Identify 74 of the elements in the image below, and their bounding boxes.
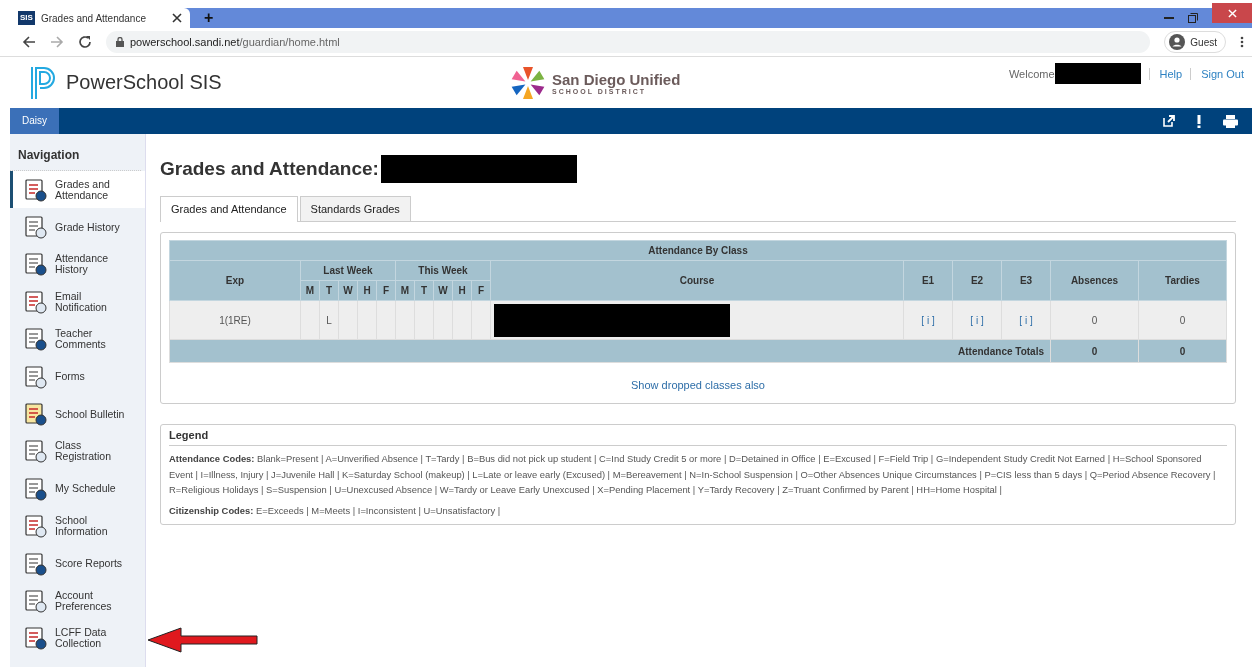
close-icon (1227, 8, 1237, 18)
dropped-classes-link[interactable]: Show dropped classes also (631, 379, 765, 391)
help-link[interactable]: Help (1148, 67, 1183, 80)
address-bar[interactable]: powerschool.sandi.net/guardian/home.html (106, 31, 1151, 53)
reload-icon[interactable] (78, 35, 92, 49)
table-cell: 0 (1050, 300, 1139, 340)
sign-out-link[interactable]: Sign Out (1190, 67, 1244, 80)
tab-title: Grades and Attendance (40, 12, 147, 24)
table-cell: 0 (1138, 300, 1227, 340)
favicon: SIS (18, 11, 35, 25)
page-icon (23, 626, 47, 651)
page-icon (23, 476, 47, 501)
nav-item[interactable]: School Bulletin (10, 395, 145, 433)
browser-tab[interactable]: SIS Grades and Attendance (10, 8, 190, 28)
nav-item[interactable]: Forms (10, 357, 145, 396)
nav-item[interactable]: School Information (10, 507, 145, 545)
welcome-text: Welcome (1008, 67, 1055, 80)
legend-text: Attendance Codes: Blank=Present | A=Unverified Absence | T=Tardy | B=Bus did not pick up student | C=Ind Study Credit 5 or more | D=Detained in Office | E=Excused | F=Field Trip | G=Independent Study Credit Not Earned | H=School Sponsored Event | I=Illness, Injury | J=Juvenile Hall | K=Saturday School (makeup) | L=Late or leave early (Excused) | M=Bereavement | N=In-School Suspension | O=Other Absences Unique Circumstances | P=CIS less than 5 days | Q=Period Absence Recovery | R=Religious Holidays | S=Suspension | U=Unexcused Absence | W=Tardy or Leave Early Unexcused | X=Pending Placement | Y=Tardy Recovery | Z=Truant Confirmed by Parent | HH=Home Hospital | (169, 452, 1217, 497)
close-icon[interactable] (172, 13, 182, 23)
new-tab-button[interactable]: + (204, 9, 214, 27)
tab[interactable]: Standards Grades (299, 196, 411, 221)
product-name: PowerSchool SIS (66, 71, 222, 94)
nav-item[interactable]: Teacher Comments (10, 320, 145, 358)
page-icon (23, 252, 47, 277)
page-icon (23, 514, 47, 539)
external-link-icon[interactable] (1163, 115, 1175, 127)
column-header: Exp (169, 260, 301, 301)
legend-title: Legend (169, 429, 1227, 446)
menu-icon[interactable] (1240, 36, 1244, 48)
info-link[interactable]: [ i ] (1019, 314, 1033, 326)
lock-icon (116, 37, 124, 47)
nav-item[interactable]: LCFF Data Collection (10, 619, 145, 658)
column-header: E3 (1001, 260, 1051, 301)
alert-icon[interactable] (1197, 114, 1201, 128)
restore-icon[interactable] (1188, 13, 1198, 23)
page-icon (23, 402, 47, 427)
page-icon (23, 439, 47, 464)
logo-icon (30, 65, 58, 100)
close-window-button[interactable] (1212, 3, 1252, 23)
page-icon (23, 289, 47, 314)
page-icon (23, 551, 47, 576)
tab[interactable]: Grades and Attendance (160, 196, 298, 222)
printer-icon[interactable] (1223, 114, 1238, 128)
page-title: Grades and Attendance: (160, 158, 379, 180)
star-logo-icon (510, 64, 546, 101)
nav-item[interactable]: My Schedule (10, 470, 145, 508)
page-icon (23, 364, 47, 389)
back-icon[interactable] (22, 35, 36, 49)
page-icon (23, 177, 47, 202)
student-tab[interactable]: Daisy (10, 108, 59, 134)
info-link[interactable]: [ i ] (970, 314, 984, 326)
column-header: E2 (952, 260, 1002, 301)
nav-item[interactable]: Class Registration (10, 432, 145, 471)
table-cell: 1(1RE) (169, 300, 301, 340)
nav-item[interactable]: Email Notification (10, 283, 145, 321)
column-header: Tardies (1138, 260, 1227, 301)
nav-item[interactable]: Attendance History (10, 245, 145, 284)
nav-item[interactable]: Grades and Attendance (10, 171, 145, 209)
minimize-icon[interactable] (1164, 16, 1174, 20)
column-header: E1 (903, 260, 953, 301)
person-icon (1169, 34, 1186, 50)
legend-text: Citizenship Codes: E=Exceeds | M=Meets | I=Inconsistent | U=Unsatisfactory | (169, 503, 502, 518)
column-header: Course (490, 260, 904, 301)
nav-item[interactable]: Score Reports (10, 544, 145, 583)
info-link[interactable]: [ i ] (921, 314, 935, 326)
table-title: Attendance By Class (169, 240, 1227, 261)
district-name: San Diego Unified (552, 70, 681, 88)
page-icon (23, 215, 47, 240)
nav-item[interactable]: Grade History (10, 208, 145, 246)
page-icon (23, 589, 47, 613)
nav-item[interactable]: Account Preferences (10, 582, 145, 620)
totals-label: Attendance Totals (169, 339, 1051, 363)
column-header: Absences (1050, 260, 1139, 301)
page-icon (23, 327, 47, 352)
